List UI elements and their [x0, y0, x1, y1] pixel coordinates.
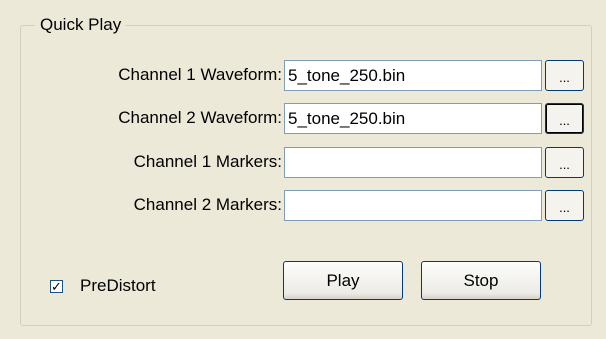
- group-title: Quick Play: [35, 14, 127, 36]
- play-button[interactable]: Play: [283, 261, 403, 300]
- channel-1-waveform-label: Channel 1 Waveform:: [118, 65, 282, 84]
- channel-2-waveform-browse-button[interactable]: ...: [545, 103, 584, 134]
- stop-button[interactable]: Stop: [421, 261, 541, 300]
- predistort-checkbox[interactable]: ✓: [50, 278, 63, 294]
- channel-2-markers-label: Channel 2 Markers:: [133, 195, 282, 214]
- channel-1-markers-browse-button[interactable]: ...: [545, 147, 584, 178]
- channel-2-markers-field[interactable]: [284, 190, 542, 221]
- channel-1-markers-label: Channel 1 Markers:: [133, 152, 282, 171]
- predistort-option[interactable]: ✓ PreDistort: [50, 275, 156, 297]
- channel-2-waveform-field[interactable]: 5_tone_250.bin: [284, 103, 542, 134]
- channel-2-markers-browse-button[interactable]: ...: [545, 190, 584, 221]
- channel-2-waveform-label: Channel 2 Waveform:: [118, 108, 282, 127]
- channel-1-waveform-browse-button[interactable]: ...: [545, 60, 584, 91]
- predistort-label: PreDistort: [80, 276, 156, 295]
- checkmark-icon: ✓: [51, 278, 62, 294]
- channel-1-waveform-field[interactable]: 5_tone_250.bin: [284, 60, 542, 91]
- channel-1-markers-field[interactable]: [284, 147, 542, 178]
